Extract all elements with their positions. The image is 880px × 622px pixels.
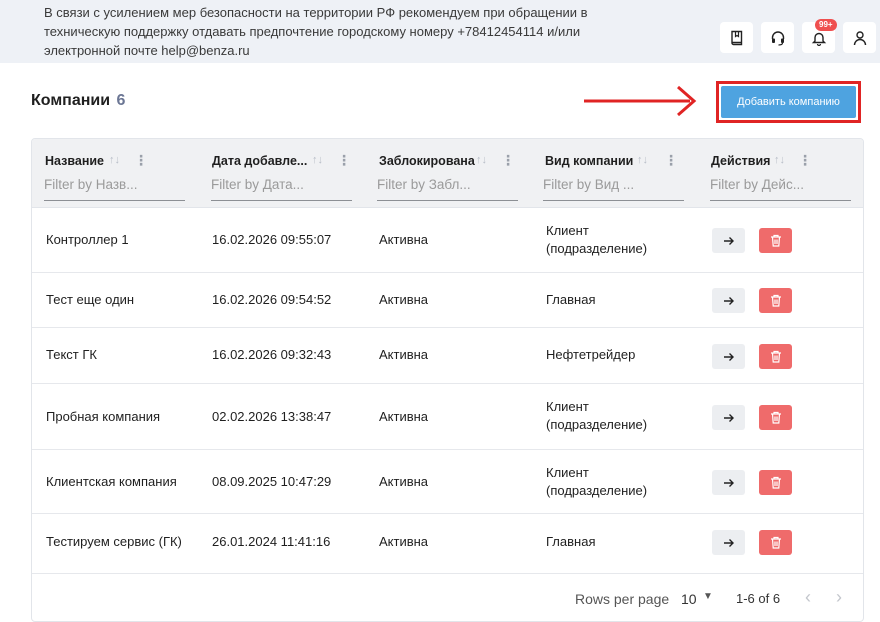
open-arrow-icon[interactable] — [712, 405, 745, 430]
trash-icon[interactable] — [759, 470, 792, 495]
cell-type: Клиент (подразделение) — [546, 465, 648, 498]
page-title: Компании 6 — [31, 92, 125, 110]
filter-input-date[interactable]: Filter by Дата... — [211, 177, 352, 201]
rows-per-page-select[interactable]: 10 — [681, 591, 697, 607]
trash-icon[interactable] — [759, 405, 792, 430]
column-menu-icon[interactable]: ⋮ — [501, 152, 515, 169]
open-arrow-icon[interactable] — [712, 288, 745, 313]
column-label: Заблокирована — [379, 154, 475, 168]
filter-input-name[interactable]: Filter by Назв... — [44, 177, 185, 201]
cell-type: Клиент (подразделение) — [546, 399, 648, 432]
cell-name: Текст ГК — [46, 347, 97, 362]
cell-status: Активна — [379, 347, 429, 362]
sort-icon[interactable]: ↑↓ — [312, 154, 323, 166]
filter-input-actions[interactable]: Filter by Дейс... — [710, 177, 851, 201]
sort-icon[interactable]: ↑↓ — [637, 154, 648, 166]
column-header-date: Дата добавле... ↑↓ ⋮ Filter by Дата... — [199, 139, 366, 208]
sort-icon[interactable]: ↑↓ — [109, 154, 120, 166]
cell-type: Нефтетрейдер — [546, 347, 636, 362]
notification-badge: 99+ — [815, 19, 837, 31]
companies-table: Название ↑↓ ⋮ Filter by Назв... Дата доб… — [31, 138, 864, 622]
cell-type: Главная — [546, 534, 596, 549]
headset-icon[interactable] — [761, 22, 794, 53]
security-notice: В связи с усилением мер безопасности на … — [44, 5, 588, 58]
column-menu-icon[interactable]: ⋮ — [337, 152, 351, 169]
cell-name: Контроллер 1 — [46, 232, 129, 247]
table-row: Контроллер 1 16.02.2026 09:55:07 Активна… — [32, 208, 863, 273]
sort-icon[interactable]: ↑↓ — [476, 154, 487, 166]
annotation-arrow-icon — [584, 85, 697, 117]
column-label: Вид компании — [545, 154, 634, 168]
companies-count: 6 — [116, 92, 126, 109]
cell-date: 02.02.2026 13:38:47 — [212, 409, 332, 424]
cell-name: Пробная компания — [46, 409, 161, 424]
open-arrow-icon[interactable] — [712, 530, 745, 555]
chevron-right-icon[interactable]: › — [836, 587, 842, 608]
cell-name: Тест еще один — [46, 292, 135, 307]
caret-down-icon[interactable]: ▼ — [703, 591, 713, 602]
pagination-footer: Rows per page 10 ▼ 1-6 of 6 ‹ › — [32, 573, 863, 621]
page-title-text: Компании — [31, 92, 111, 109]
column-menu-icon[interactable]: ⋮ — [134, 152, 148, 169]
rows-per-page-label: Rows per page — [575, 591, 670, 607]
column-header-type: Вид компании ↑↓ ⋮ Filter by Вид ... — [533, 139, 700, 208]
filter-input-type[interactable]: Filter by Вид ... — [543, 177, 684, 201]
cell-status: Активна — [379, 474, 429, 489]
cell-type: Главная — [546, 292, 596, 307]
table-header: Название ↑↓ ⋮ Filter by Назв... Дата доб… — [32, 139, 863, 208]
filter-input-blocked[interactable]: Filter by Забл... — [377, 177, 518, 201]
cell-date: 16.02.2026 09:54:52 — [212, 292, 332, 307]
cell-status: Активна — [379, 534, 429, 549]
column-menu-icon[interactable]: ⋮ — [664, 152, 678, 169]
table-row: Тест еще один 16.02.2026 09:54:52 Активн… — [32, 273, 863, 328]
cell-date: 08.09.2025 10:47:29 — [212, 474, 332, 489]
chevron-left-icon[interactable]: ‹ — [805, 587, 811, 608]
trash-icon[interactable] — [759, 344, 792, 369]
book-icon[interactable] — [720, 22, 753, 53]
open-arrow-icon[interactable] — [712, 344, 745, 369]
column-menu-icon[interactable]: ⋮ — [798, 152, 812, 169]
header-actions: 99+ — [720, 19, 876, 53]
open-arrow-icon[interactable] — [712, 228, 745, 253]
sort-icon[interactable]: ↑↓ — [774, 154, 785, 166]
trash-icon[interactable] — [759, 228, 792, 253]
cell-date: 16.02.2026 09:32:43 — [212, 347, 332, 362]
cell-name: Клиентская компания — [46, 474, 177, 489]
table-row: Текст ГК 16.02.2026 09:32:43 Активна Неф… — [32, 328, 863, 384]
cell-status: Активна — [379, 232, 429, 247]
column-header-actions: Действия ↑↓ ⋮ Filter by Дейс... — [700, 139, 863, 208]
column-header-name: Название ↑↓ ⋮ Filter by Назв... — [32, 139, 199, 208]
table-row: Клиентская компания 08.09.2025 10:47:29 … — [32, 450, 863, 514]
cell-date: 26.01.2024 11:41:16 — [212, 534, 331, 549]
open-arrow-icon[interactable] — [712, 470, 745, 495]
pagination-range: 1-6 of 6 — [736, 591, 781, 606]
cell-date: 16.02.2026 09:55:07 — [212, 232, 332, 247]
column-label: Название — [45, 154, 105, 168]
table-row: Тестируем сервис (ГК) 26.01.2024 11:41:1… — [32, 514, 863, 572]
trash-icon[interactable] — [759, 530, 792, 555]
column-header-blocked: Заблокирована ↑↓ ⋮ Filter by Забл... — [366, 139, 533, 208]
user-icon[interactable] — [843, 22, 876, 53]
bell-icon[interactable]: 99+ — [802, 19, 837, 53]
cell-status: Активна — [379, 409, 429, 424]
cell-name: Тестируем сервис (ГК) — [46, 534, 182, 549]
top-banner: В связи с усилением мер безопасности на … — [0, 0, 880, 63]
add-company-button[interactable]: Добавить компанию — [721, 86, 856, 118]
column-label: Дата добавле... — [212, 154, 308, 168]
cell-type: Клиент (подразделение) — [546, 223, 648, 256]
trash-icon[interactable] — [759, 288, 792, 313]
table-row: Пробная компания 02.02.2026 13:38:47 Акт… — [32, 384, 863, 450]
column-label: Действия — [711, 154, 771, 168]
cell-status: Активна — [379, 292, 429, 307]
